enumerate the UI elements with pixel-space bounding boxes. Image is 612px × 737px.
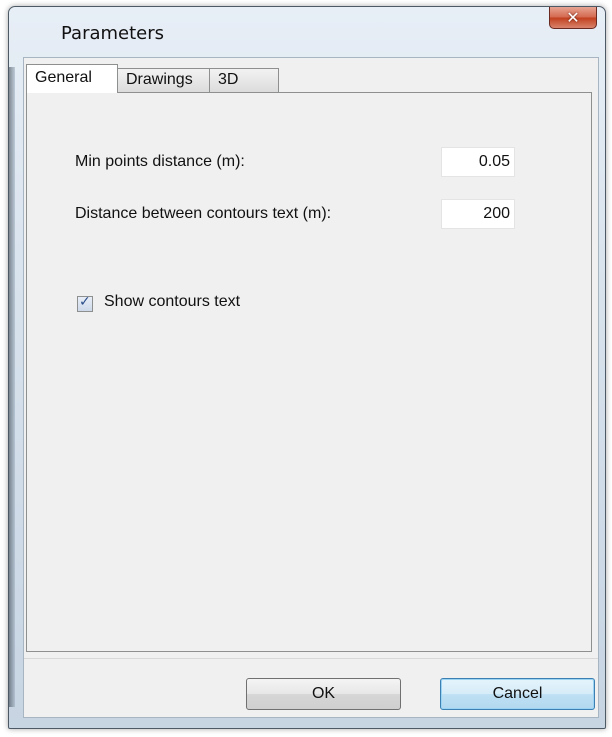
- contours-text-distance-input[interactable]: [441, 199, 515, 229]
- ok-button[interactable]: OK: [246, 678, 401, 710]
- close-button[interactable]: ✕: [549, 7, 597, 29]
- tab-strip: General Drawings 3D: [24, 64, 598, 93]
- checkmark-icon: ✓: [79, 294, 91, 310]
- tab-3d[interactable]: 3D: [209, 68, 279, 92]
- window-title: Parameters: [61, 23, 165, 44]
- title-bar[interactable]: Parameters ✕: [9, 7, 605, 53]
- contours-text-distance-label: Distance between contours text (m):: [75, 205, 332, 222]
- tab-general[interactable]: General: [26, 64, 118, 93]
- tab-drawings[interactable]: Drawings: [117, 68, 210, 92]
- window-frame-shade: [9, 67, 15, 707]
- parameters-dialog: Parameters ✕ General Drawings 3D Min poi…: [8, 6, 606, 729]
- show-contours-text-label[interactable]: Show contours text: [104, 293, 240, 311]
- cancel-button[interactable]: Cancel: [440, 678, 595, 710]
- dialog-client-area: General Drawings 3D Min points distance …: [23, 57, 599, 718]
- min-points-distance-input[interactable]: [441, 147, 515, 177]
- show-contours-text-checkbox[interactable]: ✓: [77, 294, 93, 312]
- min-points-distance-label: Min points distance (m):: [75, 153, 245, 170]
- general-tab-panel: Min points distance (m): Distance betwee…: [26, 92, 592, 652]
- close-icon: ✕: [566, 8, 580, 27]
- footer-divider: [24, 658, 598, 659]
